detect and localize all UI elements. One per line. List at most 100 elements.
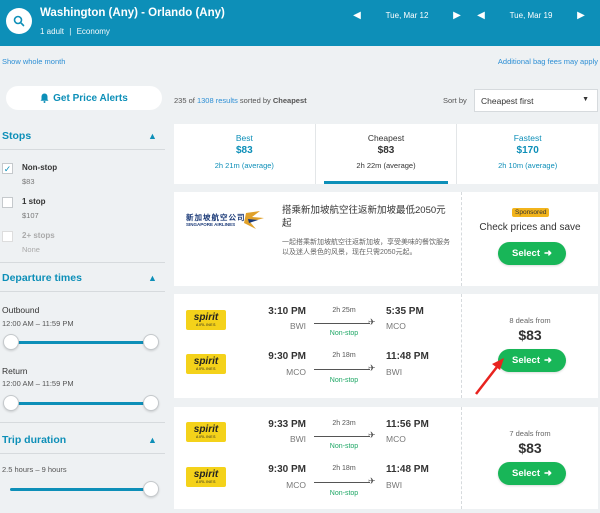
airplane-icon: ✈ — [368, 363, 376, 373]
arrive-airport: MCO — [386, 321, 406, 331]
trip-duration-section-title[interactable]: Trip duration — [2, 434, 66, 446]
airplane-icon: ✈ — [368, 430, 376, 440]
tab-fastest-duration: 2h 10m (average) — [498, 161, 558, 170]
deals-count: 7 deals from — [509, 429, 551, 438]
search-header: Washington (Any) - Orlando (Any) 1 adult… — [0, 0, 600, 46]
search-button[interactable] — [6, 8, 32, 34]
tab-fastest[interactable]: Fastest $170 2h 10m (average) — [456, 124, 598, 184]
nonstop-badge: Non-stop — [329, 490, 359, 497]
outbound-label: Outbound — [2, 305, 40, 315]
stops-section-title[interactable]: Stops — [2, 130, 31, 142]
flight-path-line — [314, 436, 370, 437]
flight-duration: 2h 25m — [332, 307, 356, 314]
route-title[interactable]: Washington (Any) - Orlando (Any) — [40, 7, 225, 19]
show-whole-month-link[interactable]: Show whole month — [2, 57, 65, 66]
duration-collapse-chevron-icon[interactable]: ▲ — [148, 435, 157, 445]
spirit-airlines-logo: spirit AIRLINES — [186, 467, 226, 487]
ad-cta-text: Check prices and save — [479, 222, 581, 233]
spirit-airlines-logo: spirit AIRLINES — [186, 310, 226, 330]
select-button[interactable]: Select ➜ — [498, 462, 566, 485]
travelers-summary[interactable]: 1 adult | Economy — [40, 27, 110, 36]
select-button[interactable]: Select ➜ — [498, 349, 566, 372]
return-slider-max-handle[interactable] — [143, 395, 159, 411]
return-next-arrow-icon[interactable]: ▶ — [576, 10, 586, 21]
tab-cheapest[interactable]: Cheapest $83 2h 22m (average) — [314, 124, 457, 184]
flight-path-line — [314, 369, 370, 370]
outbound-slider-track[interactable] — [8, 341, 153, 344]
two-plus-stops-price: None — [22, 245, 40, 254]
duration-slider-track[interactable] — [10, 488, 153, 491]
ad-content: 新加坡航空公司 SINGAPORE AIRLINES 搭乘新加坡航空往返新加坡最… — [174, 192, 460, 286]
outbound-slider-min-handle[interactable] — [3, 334, 19, 350]
nonstop-checkbox[interactable]: ✓ — [2, 163, 13, 174]
depart-time: 3:10 PM — [268, 306, 306, 317]
arrow-right-icon: ➜ — [544, 355, 552, 366]
results-shown: 235 — [174, 96, 187, 105]
result-price: $83 — [518, 440, 542, 456]
arrive-time: 5:35 PM — [386, 306, 424, 317]
return-date-picker: ◀ Tue, Mar 19 ▶ — [476, 10, 586, 21]
chevron-down-icon: ▼ — [582, 96, 589, 103]
get-price-alerts-label: Get Price Alerts — [53, 92, 128, 104]
return-date[interactable]: Tue, Mar 19 — [486, 11, 576, 20]
sort-select[interactable]: Cheapest first ▼ — [474, 89, 598, 112]
bag-fees-link[interactable]: Additional bag fees may apply — [498, 57, 598, 66]
departure-times-section-title[interactable]: Departure times — [2, 272, 82, 284]
depart-next-arrow-icon[interactable]: ▶ — [452, 10, 462, 21]
tab-best-duration: 2h 21m (average) — [214, 161, 274, 170]
ad-title[interactable]: 搭乘新加坡航空往返新加坡最低2050元起 — [282, 204, 452, 230]
nonstop-price: $83 — [22, 177, 35, 186]
result-card[interactable]: spirit AIRLINES 3:10 PM BWI 2h 25m ✈ Non-… — [174, 294, 598, 398]
get-price-alerts-button[interactable]: Get Price Alerts — [6, 86, 162, 110]
depart-date-picker: ◀ Tue, Mar 12 ▶ — [352, 10, 462, 21]
tab-fastest-label: Fastest — [513, 133, 542, 143]
flight-duration: 2h 18m — [332, 465, 356, 472]
depart-date[interactable]: Tue, Mar 12 — [362, 11, 452, 20]
flight-duration: 2h 18m — [332, 352, 356, 359]
result-card[interactable]: spirit AIRLINES 9:33 PM BWI 2h 23m ✈ Non-… — [174, 407, 598, 509]
results-of: of — [188, 96, 195, 105]
sponsored-ad-card[interactable]: 新加坡航空公司 SINGAPORE AIRLINES 搭乘新加坡航空往返新加坡最… — [174, 192, 598, 286]
two-plus-stops-checkbox[interactable] — [2, 231, 13, 242]
airplane-icon: ✈ — [368, 476, 376, 486]
arrive-airport: BWI — [386, 480, 403, 490]
nonstop-badge: Non-stop — [329, 443, 359, 450]
bell-icon — [40, 93, 49, 103]
flight-path-line — [314, 482, 370, 483]
depart-airport: MCO — [286, 367, 306, 377]
return-label: Return — [2, 366, 28, 376]
ad-select-button[interactable]: Select ➜ — [498, 242, 566, 265]
ad-cta-panel: Sponsored Check prices and save Select ➜ — [461, 192, 598, 286]
result-itinerary: spirit AIRLINES 3:10 PM BWI 2h 25m ✈ Non-… — [174, 294, 460, 398]
results-total-link[interactable]: 1308 results — [197, 96, 238, 105]
duration-slider-max-handle[interactable] — [143, 481, 159, 497]
stops-collapse-chevron-icon[interactable]: ▲ — [148, 131, 157, 141]
tab-best-price: $83 — [235, 145, 253, 156]
tab-best-label: Best — [235, 133, 253, 143]
divider — [0, 422, 165, 423]
arrow-right-icon: ➜ — [544, 248, 552, 259]
tab-best[interactable]: Best $83 2h 21m (average) — [174, 124, 315, 184]
ad-body: 一起搭乘新加坡航空往返新加坡，享受美味的餐饮服务以及迷人景色的风景，现在只需20… — [282, 239, 450, 256]
tab-cheapest-duration: 2h 22m (average) — [356, 161, 416, 170]
return-prev-arrow-icon[interactable]: ◀ — [476, 10, 486, 21]
spirit-airlines-logo: spirit AIRLINES — [186, 354, 226, 374]
flight-path-line — [314, 323, 370, 324]
departure-collapse-chevron-icon[interactable]: ▲ — [148, 273, 157, 283]
one-stop-checkbox[interactable] — [2, 197, 13, 208]
results-count: 235 of 1308 results sorted by Cheapest — [174, 96, 307, 105]
airplane-icon: ✈ — [368, 317, 376, 327]
one-stop-price: $107 — [22, 211, 39, 220]
select-label: Select — [512, 355, 541, 366]
return-slider-min-handle[interactable] — [3, 395, 19, 411]
search-icon — [13, 15, 25, 27]
outbound-slider-max-handle[interactable] — [143, 334, 159, 350]
one-stop-label[interactable]: 1 stop — [22, 197, 46, 206]
arrive-airport: BWI — [386, 367, 403, 377]
ad-select-label: Select — [512, 248, 541, 259]
results-sorted-by: sorted by — [239, 96, 271, 105]
two-plus-stops-label[interactable]: 2+ stops — [22, 231, 55, 240]
depart-prev-arrow-icon[interactable]: ◀ — [352, 10, 362, 21]
return-slider-track[interactable] — [8, 402, 153, 405]
nonstop-label[interactable]: Non-stop — [22, 163, 57, 172]
